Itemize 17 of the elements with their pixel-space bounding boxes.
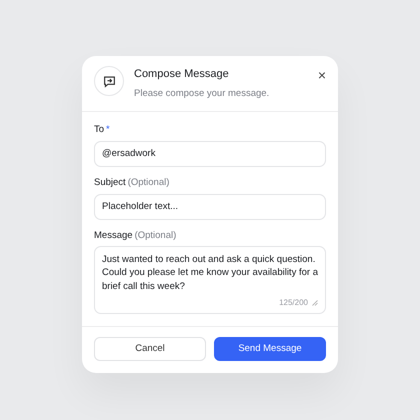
close-button[interactable]: × (318, 68, 326, 82)
optional-hint: (Optional) (128, 176, 170, 188)
dialog-subtitle: Please compose your message. (134, 86, 270, 100)
field-label: Subject (94, 176, 126, 188)
optional-hint: (Optional) (134, 230, 176, 241)
send-button[interactable]: Send Message (214, 336, 326, 361)
input-field[interactable]: Placeholder text... (94, 194, 326, 220)
cancel-button[interactable]: Cancel (94, 336, 206, 361)
character-counter: 125/200 (279, 296, 308, 309)
message-field[interactable]: Just wanted to reach out and ask a quick question. Could you please let me know your availability for a brief call this week? 125/200 (94, 246, 326, 314)
field-label: To (94, 124, 104, 136)
required-mark: * (106, 124, 110, 136)
resize-handle-icon[interactable] (312, 300, 318, 306)
input-field[interactable]: @ersadwork (94, 140, 326, 167)
field-label: Message (94, 230, 133, 241)
message-icon (94, 66, 124, 96)
dialog-title: Compose Message (134, 67, 230, 82)
